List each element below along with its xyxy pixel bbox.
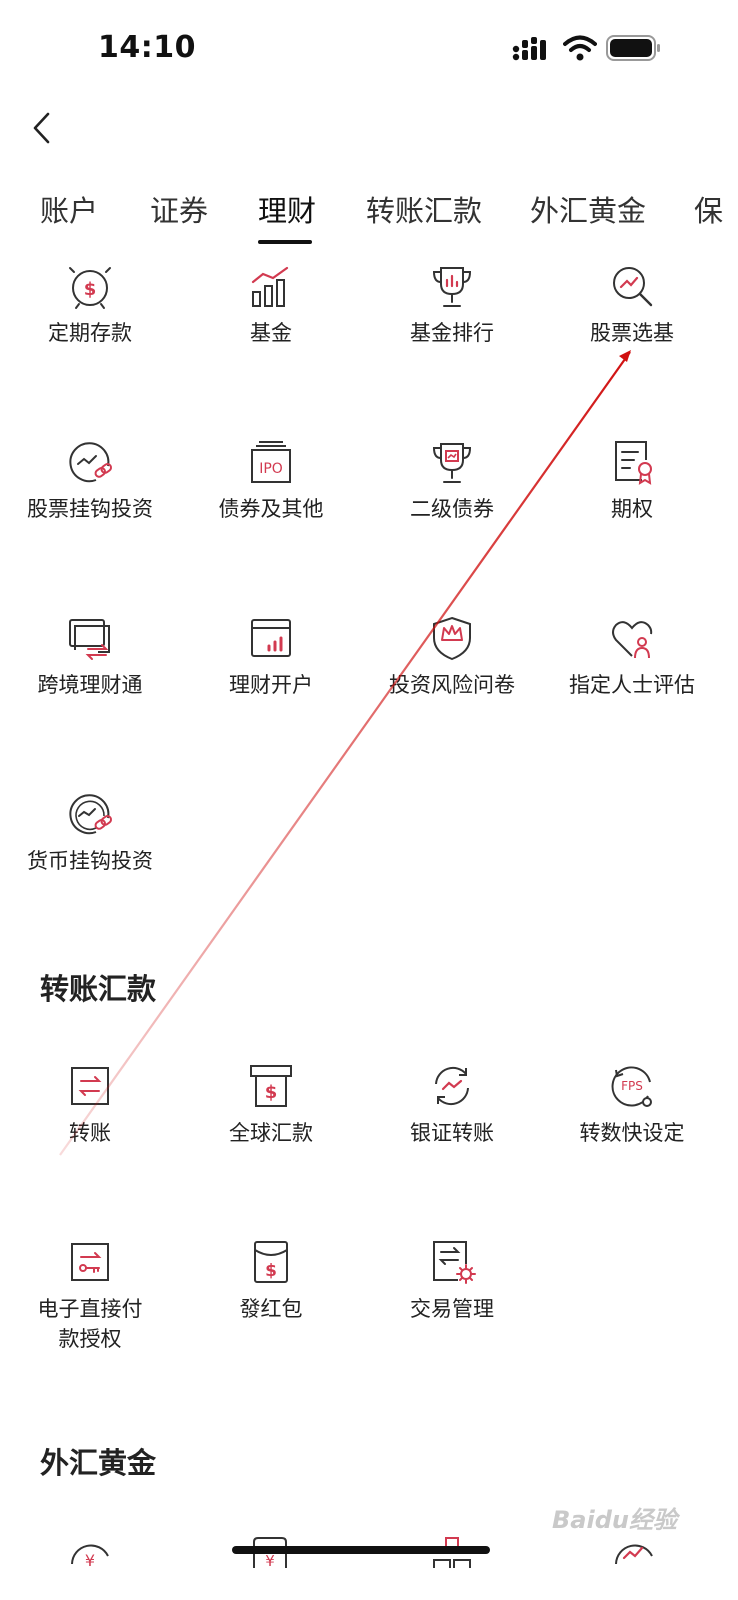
menu-item-label: 货币挂钩投资 [27, 849, 153, 873]
menu-item-label: 基金 [250, 321, 292, 345]
menu-item-risk-questionnaire[interactable]: 投资风险问卷 [362, 614, 542, 700]
svg-text:$: $ [265, 1082, 278, 1103]
menu-item-transfer[interactable]: 转账 [0, 1062, 180, 1148]
dollar-card-icon: $ [250, 1065, 292, 1107]
menu-item-label: 二级债券 [410, 497, 494, 521]
menu-item-bonds-and-others[interactable]: IPO 债券及其他 [181, 438, 361, 524]
section-title-transfer: 转账汇款 [40, 972, 157, 1006]
menu-item-fund-ranking[interactable]: 基金排行 [362, 262, 542, 348]
transfer-arrows-icon [71, 1067, 109, 1105]
currency-exchange-icon[interactable]: ¥ [66, 1532, 114, 1568]
menu-item-label: 基金排行 [410, 321, 494, 345]
svg-text:¥: ¥ [85, 1551, 95, 1568]
menu-item-secondary-bonds[interactable]: 二级债券 [362, 438, 542, 524]
cellular-signal-icon [512, 37, 546, 61]
document-gear-icon [433, 1241, 476, 1284]
svg-text:FPS: FPS [621, 1079, 643, 1093]
menu-item-cross-boundary-wmc[interactable]: 跨境理财通 [0, 614, 180, 700]
bar-chart-icon [251, 266, 289, 307]
gauge-link-icon [69, 794, 113, 835]
menu-item-label: 投资风险问卷 [389, 673, 515, 697]
shield-crown-icon [433, 616, 471, 661]
menu-item-equity-linked-investment[interactable]: 股票挂钩投资 [0, 438, 180, 524]
menu-item-label: 跨境理财通 [37, 673, 143, 697]
menu-item-label: 股票挂钩投资 [27, 497, 153, 521]
trophy-doc-icon [432, 443, 472, 483]
menu-item-time-deposit[interactable]: $ 定期存款 [0, 262, 180, 348]
menu-item-fps-settings[interactable]: FPS 转数快设定 [542, 1062, 722, 1148]
key-transfer-icon [71, 1243, 109, 1281]
menu-item-label-line2: 款授权 [58, 1327, 122, 1351]
heart-person-icon [612, 621, 653, 659]
menu-item-designated-person-assessment[interactable]: 指定人士评估 [542, 614, 722, 700]
menu-item-transaction-management[interactable]: 交易管理 [362, 1238, 542, 1324]
battery-icon [606, 35, 660, 61]
menu-item-currency-linked-investment[interactable]: 货币挂钩投资 [0, 790, 180, 876]
menu-item-label: 全球汇款 [229, 1121, 313, 1145]
menu-item-label-line1: 电子直接付 [37, 1297, 143, 1321]
menu-item-label: 期权 [611, 497, 653, 521]
forex-chart-icon[interactable] [610, 1532, 658, 1568]
document-badge-icon [615, 441, 652, 485]
gauge-link-icon [69, 442, 113, 483]
ipo-icon: IPO [251, 441, 291, 483]
svg-text:¥: ¥ [265, 1552, 275, 1568]
menu-item-stock-fund-picker[interactable]: 股票选基 [542, 262, 722, 348]
menu-item-bank-securities-transfer[interactable]: 银证转账 [362, 1062, 542, 1148]
category-tabs: 账户 证券 理财 转账汇款 外汇黄金 保 [0, 180, 738, 250]
status-time: 14:10 [98, 30, 196, 65]
menu-item-label: 指定人士评估 [569, 673, 695, 697]
menu-item-global-remittance[interactable]: $ 全球汇款 [181, 1062, 361, 1148]
menu-item-label: 债券及其他 [218, 497, 324, 521]
menu-item-fund[interactable]: 基金 [181, 262, 361, 348]
status-bar: 14:10 [0, 0, 738, 96]
menu-item-label: 转账 [69, 1121, 111, 1145]
svg-text:$: $ [84, 279, 97, 300]
back-button[interactable] [24, 108, 64, 148]
wifi-icon [563, 35, 597, 61]
menu-item-label: 银证转账 [410, 1121, 494, 1145]
fps-icon: FPS [611, 1066, 652, 1107]
menu-item-label: 定期存款 [48, 321, 132, 345]
menu-item-label: 转数快设定 [579, 1121, 685, 1145]
cards-exchange-icon [69, 619, 110, 660]
magnifier-chart-icon [613, 267, 653, 307]
clock-dollar-icon: $ [69, 267, 111, 309]
menu-item-label: 發红包 [239, 1297, 303, 1321]
tab-transfer[interactable]: 转账汇款 [366, 188, 482, 230]
trophy-chart-icon [432, 267, 472, 307]
tab-account[interactable]: 账户 [40, 188, 98, 230]
menu-item-label: 理财开户 [229, 673, 313, 697]
menu-item-wealth-account-opening[interactable]: 理财开户 [181, 614, 361, 700]
active-tab-indicator [258, 240, 312, 244]
baidu-watermark: Baidu经验 [552, 1506, 677, 1534]
menu-item-options[interactable]: 期权 [542, 438, 722, 524]
red-packet-icon: $ [254, 1241, 288, 1283]
menu-item-label: 股票选基 [590, 321, 674, 345]
svg-text:$: $ [265, 1261, 277, 1281]
svg-text:IPO: IPO [259, 461, 283, 477]
tab-securities[interactable]: 证券 [150, 188, 208, 230]
menu-item-label: 交易管理 [410, 1297, 494, 1321]
tab-insurance[interactable]: 保 [694, 188, 723, 230]
menu-item-label: 电子直接付 款授权 [0, 1294, 180, 1354]
menu-item-red-packet[interactable]: $ 發红包 [181, 1238, 361, 1324]
tab-forex-gold[interactable]: 外汇黄金 [530, 188, 646, 230]
tab-wealth[interactable]: 理财 [258, 188, 316, 230]
home-indicator[interactable] [232, 1546, 490, 1554]
window-chart-icon [251, 619, 291, 657]
cycle-chart-icon [435, 1066, 469, 1106]
menu-item-edda[interactable]: 电子直接付 款授权 [0, 1238, 180, 1354]
section-title-forex-gold: 外汇黄金 [40, 1446, 157, 1480]
